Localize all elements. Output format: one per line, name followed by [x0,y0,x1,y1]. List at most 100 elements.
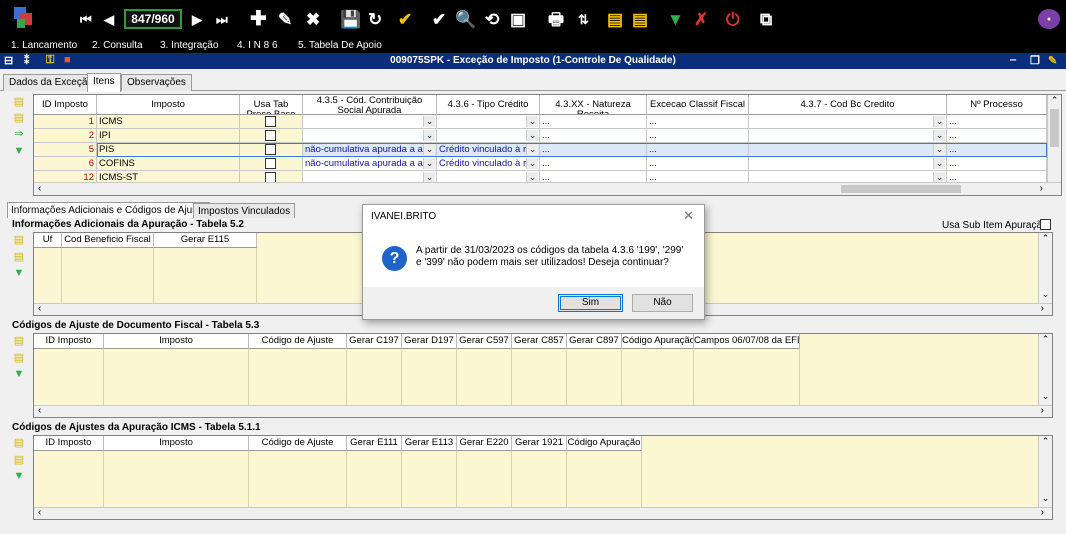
no-button[interactable]: Não [632,294,693,312]
col-header[interactable]: Gerar D197 [402,334,457,349]
usa-tab-preco-checkbox[interactable] [265,130,276,141]
dropdown-arrow-icon[interactable]: ⌄ [933,130,945,141]
pencil-icon[interactable]: ✎ [1048,54,1057,67]
cell-natureza-receita[interactable]: ... [540,129,647,143]
delete-x-icon[interactable]: ✖ [306,8,320,30]
scroll-up-icon[interactable]: ⌃ [1048,95,1061,106]
vertical-scrollbar[interactable]: ⌃ ⌄ [1038,334,1052,406]
col-header[interactable]: Gerar E220 [457,436,512,451]
cell-excecao-classif[interactable]: ... [647,143,749,157]
col-header[interactable]: Código Apuração [567,436,642,451]
remove-row-icon[interactable]: ▤ [12,352,26,365]
col-header[interactable]: Excecao Classif Fiscal [647,95,749,115]
add-row-icon[interactable]: ▤ [12,335,26,348]
cancel-icon[interactable]: ✗ [694,8,708,30]
add-row-icon[interactable]: ▤ [12,437,26,450]
tab-informacoes-adicionais[interactable]: Informações Adicionais e Códigos de Ajus… [7,202,210,218]
col-header[interactable]: ID Imposto [34,95,97,115]
down-arrow-icon[interactable]: ▼ [12,267,26,280]
down-arrow-icon[interactable]: ▼ [12,368,26,381]
col-header[interactable]: 4.3.6 - Tipo Crédito [437,95,540,115]
save-icon[interactable]: 💾 [340,8,361,30]
dropdown-arrow-icon[interactable]: ⌄ [933,144,945,155]
prev-record-icon[interactable]: ◀ [104,8,114,30]
cell-imposto[interactable]: COFINS [97,157,240,171]
col-header[interactable]: Código de Ajuste [249,334,347,349]
down-arrow-icon[interactable]: ▼ [667,8,684,30]
horizontal-scrollbar[interactable]: ‹ › [34,182,1061,195]
dropdown-arrow-icon[interactable]: ⌄ [526,116,538,127]
cell-numero-processo[interactable]: ... [947,115,1047,129]
col-header[interactable]: Uf [34,233,62,248]
menu-item-consulta[interactable]: 2. Consulta [92,40,143,51]
tab-observacoes[interactable]: Observações [121,74,192,91]
preview-icon[interactable]: ▣ [510,8,526,30]
yes-button[interactable]: Sim [558,294,623,312]
dropdown-arrow-icon[interactable]: ⌄ [423,158,435,169]
down-arrow-icon[interactable]: ▼ [12,145,26,158]
col-header[interactable]: Campos 06/07/08 da EFD [694,334,800,349]
cell-imposto[interactable]: IPI [97,129,240,143]
col-header[interactable]: Gerar E111 [347,436,402,451]
col-header[interactable]: 4.3.XX - Natureza Receita [540,95,647,115]
cell-numero-processo[interactable]: ... [947,129,1047,143]
col-header[interactable]: Cod Beneficio Fiscal [62,233,154,248]
cell-tipo-credito[interactable]: Crédito vinculado à r ⌄ [437,143,540,157]
cell-excecao-classif[interactable]: ... [647,115,749,129]
dropdown-arrow-icon[interactable]: ⌄ [526,158,538,169]
cell-natureza-receita[interactable]: ... [540,143,647,157]
cell-imposto[interactable]: PIS [97,143,240,157]
restore-icon[interactable]: ❐ [1030,54,1040,67]
usa-tab-preco-checkbox[interactable] [265,158,276,169]
horizontal-scrollbar[interactable]: ‹ › [34,405,1052,417]
col-header[interactable]: ID Imposto [34,334,104,349]
first-record-icon[interactable]: ⏮ [80,8,92,30]
edit-pencil-icon[interactable]: ✎ [278,8,292,30]
col-header[interactable]: Nº Processo [947,95,1047,115]
sub-item-checkbox[interactable] [1040,219,1051,230]
cell-excecao-classif[interactable]: ... [647,157,749,171]
menu-item-tabela-apoio[interactable]: 5. Tabela De Apoio [298,40,382,51]
col-header[interactable]: Gerar 1921 [512,436,567,451]
add-icon[interactable]: ✚ [250,8,267,30]
cell-cod-bc-credito[interactable]: ⌄ [749,129,947,143]
vertical-scrollbar[interactable]: ⌃ [1047,95,1061,183]
cell-imposto[interactable]: ICMS [97,115,240,129]
print-icon[interactable]: 🖶 [548,8,564,30]
usa-tab-preco-checkbox[interactable] [265,116,276,127]
dropdown-arrow-icon[interactable]: ⌄ [526,130,538,141]
last-record-icon[interactable]: ⏭ [216,8,228,30]
cell-cod-contribuicao[interactable]: não-cumulativa apurada a al ⌄ [303,157,437,171]
col-header[interactable]: Gerar E113 [402,436,457,451]
dropdown-arrow-icon[interactable]: ⌄ [933,116,945,127]
cell-tipo-credito[interactable]: ⌄ [437,115,540,129]
dropdown-arrow-icon[interactable]: ⌄ [933,158,945,169]
tab-dados-excecao[interactable]: Dados da Exceção [3,74,99,91]
cell-cod-contribuicao[interactable]: ⌄ [303,129,437,143]
add-row-icon[interactable]: ▤ [12,234,26,247]
col-header[interactable]: ID Imposto [34,436,104,451]
cell-numero-processo[interactable]: ... [947,143,1047,157]
dropdown-arrow-icon[interactable]: ⌄ [526,144,538,155]
cell-id-imposto[interactable]: 6 [34,157,97,171]
col-header[interactable]: Código de Ajuste [249,436,347,451]
windows-icon[interactable]: ⧉ [760,8,772,30]
cell-numero-processo[interactable]: ... [947,157,1047,171]
cell-cod-contribuicao[interactable]: não-cumulativa apurada a al ⌄ [303,143,437,157]
menu-item-lancamento[interactable]: 1. Lancamento [11,40,77,51]
col-header[interactable]: Imposto [104,436,249,451]
remove-row-icon[interactable]: ▤ [12,251,26,264]
search-icon[interactable]: 🔍 [455,8,476,30]
menu-item-in86[interactable]: 4. I N 8 6 [237,40,278,51]
check-all-icon[interactable]: ✔ [432,8,446,30]
refresh-icon[interactable]: ↻ [368,8,382,30]
col-header[interactable]: Gerar C597 [457,334,512,349]
down-arrow-icon[interactable]: ▼ [12,470,26,483]
user-avatar[interactable]: ● [1038,9,1060,29]
cell-tipo-credito[interactable]: ⌄ [437,129,540,143]
tab-itens[interactable]: Itens [87,73,121,92]
cell-tipo-credito[interactable]: Crédito vinculado à r ⌄ [437,157,540,171]
col-header[interactable]: Imposto [97,95,240,115]
cell-natureza-receita[interactable]: ... [540,115,647,129]
dropdown-arrow-icon[interactable]: ⌄ [423,116,435,127]
